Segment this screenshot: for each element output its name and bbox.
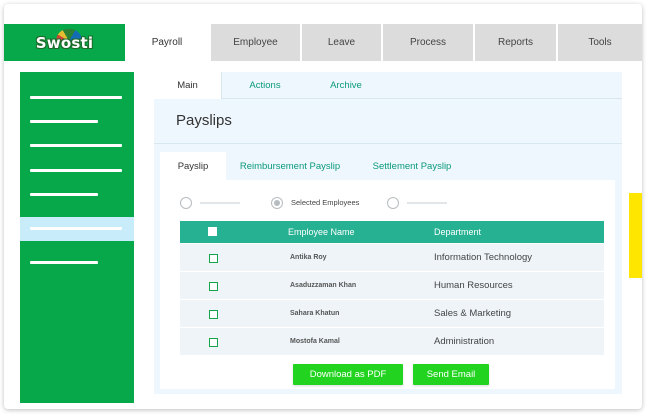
radio-label-placeholder — [407, 202, 447, 204]
menu-placeholder-line — [30, 120, 98, 123]
subtab-label: Main — [177, 80, 198, 91]
employee-department: Sales & Marketing — [434, 308, 512, 319]
sidebar-item-5[interactable] — [20, 183, 134, 207]
table-row[interactable]: Mostofa Kamal Administration — [180, 327, 604, 355]
employee-table: Employee Name Department Antika Roy Info… — [180, 221, 604, 355]
select-all-checkbox[interactable] — [208, 227, 217, 236]
tab-leave[interactable]: Leave — [302, 24, 383, 61]
tab-label: Payslip — [177, 160, 209, 172]
row-checkbox[interactable] — [209, 310, 218, 319]
subtab-main[interactable]: Main — [154, 72, 222, 99]
tab-process[interactable]: Process — [383, 24, 475, 61]
menu-placeholder-line — [30, 144, 122, 147]
sidebar-item-6[interactable] — [20, 217, 134, 241]
row-checkbox[interactable] — [209, 338, 218, 347]
tab-tools[interactable]: Tools — [558, 24, 642, 61]
tab-payslip[interactable]: Payslip — [160, 152, 226, 180]
column-header-department: Department — [434, 227, 482, 237]
subtab-actions[interactable]: Actions — [222, 72, 308, 99]
table-row[interactable]: Asaduzzaman Khan Human Resources — [180, 271, 604, 299]
tab-label: Leave — [327, 37, 356, 48]
table-row[interactable]: Sahara Khatun Sales & Marketing — [180, 299, 604, 327]
subtab-archive[interactable]: Archive — [308, 72, 384, 99]
logo-text: Swosti — [35, 33, 94, 52]
divider — [222, 98, 622, 99]
top-nav: Payroll Employee Leave Process Reports T… — [125, 24, 642, 61]
tab-reports[interactable]: Reports — [475, 24, 558, 61]
tab-label: Settlement Payslip — [372, 160, 452, 172]
tab-label: Process — [409, 37, 447, 48]
tab-reimbursement-payslip[interactable]: Reimbursement Payslip — [226, 152, 354, 180]
menu-placeholder-line — [30, 193, 98, 196]
radio-label: Selected Employees — [291, 198, 360, 207]
tab-label: Reimbursement Payslip — [239, 160, 341, 172]
tab-label: Employee — [233, 37, 278, 48]
download-pdf-button[interactable]: Download as PDF — [293, 364, 403, 385]
menu-placeholder-line — [30, 227, 122, 230]
divider — [154, 143, 622, 144]
tab-label: Reports — [497, 37, 533, 48]
tab-label: Payroll — [151, 37, 183, 48]
tab-employee[interactable]: Employee — [211, 24, 302, 61]
subtab-label: Actions — [249, 80, 281, 91]
send-email-button[interactable]: Send Email — [413, 364, 489, 385]
sidebar-item-7[interactable] — [20, 251, 134, 275]
radio-option-3[interactable] — [387, 197, 399, 209]
row-checkbox[interactable] — [209, 282, 218, 291]
tab-label: Tools — [588, 37, 612, 48]
table-header: Employee Name Department — [180, 221, 604, 243]
sidebar-item-3[interactable] — [20, 134, 134, 158]
column-header-employee-name: Employee Name — [288, 227, 355, 237]
employee-department: Human Resources — [434, 280, 513, 291]
subtab-label: Archive — [330, 80, 362, 91]
sidebar-item-2[interactable] — [20, 110, 134, 134]
menu-placeholder-line — [30, 96, 122, 99]
app-window: Swosti Payroll Employee Leave Process Re… — [4, 4, 642, 409]
subtabs: Main Actions Archive — [154, 72, 384, 99]
employee-department: Administration — [434, 336, 495, 347]
page-title: Payslips — [176, 112, 232, 129]
sidebar — [20, 72, 134, 403]
employee-department: Information Technology — [434, 252, 533, 263]
table-row[interactable]: Antika Roy Information Technology — [180, 243, 604, 271]
menu-placeholder-line — [30, 261, 98, 264]
employee-name: Mostofa Kamal — [290, 338, 340, 345]
tab-settlement-payslip[interactable]: Settlement Payslip — [354, 152, 470, 180]
tab-payroll[interactable]: Payroll — [125, 24, 211, 61]
payslip-panel: Payslip Reimbursement Payslip Settlement… — [160, 152, 615, 389]
radio-option-1[interactable] — [180, 197, 192, 209]
radio-selected-employees[interactable] — [271, 197, 283, 209]
scrollbar-handle[interactable] — [629, 193, 642, 278]
main-content: Main Actions Archive Payslips Payslip Re… — [154, 72, 622, 394]
sidebar-item-1[interactable] — [20, 86, 134, 110]
payslip-tabs: Payslip Reimbursement Payslip Settlement… — [160, 152, 615, 180]
employee-name: Asaduzzaman Khan — [290, 282, 357, 289]
employee-name: Antika Roy — [290, 254, 327, 261]
employee-name: Sahara Khatun — [290, 310, 340, 317]
swosti-logo: Swosti — [30, 28, 99, 54]
menu-placeholder-line — [30, 169, 122, 172]
radio-label-placeholder — [200, 202, 240, 204]
logo-area[interactable]: Swosti — [4, 24, 125, 61]
employee-scope-options: Selected Employees — [180, 196, 600, 210]
sidebar-item-4[interactable] — [20, 159, 134, 183]
row-checkbox[interactable] — [209, 254, 218, 263]
